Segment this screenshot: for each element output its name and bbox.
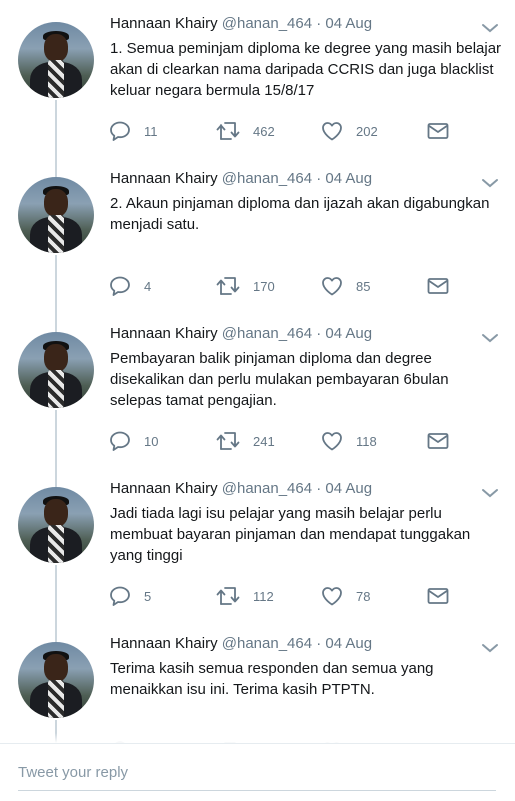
reply-count: 4 <box>144 278 152 294</box>
message-icon <box>427 588 449 604</box>
author-name[interactable]: Hannaan Khairy <box>110 325 218 342</box>
like-icon <box>322 432 342 451</box>
like-button[interactable]: 78 <box>320 584 370 608</box>
direct-message-button[interactable] <box>426 119 450 143</box>
author-handle[interactable]: @hanan_464 <box>222 170 312 187</box>
tweet-date[interactable]: 04 Aug <box>325 15 372 32</box>
reply-icon <box>110 121 130 141</box>
tweet-actions: 4 170 85 <box>108 274 453 298</box>
like-button[interactable]: 118 <box>320 429 377 453</box>
direct-message-button[interactable] <box>426 584 450 608</box>
like-count: 78 <box>356 588 371 604</box>
tweet-text: Terima kasih semua responden dan semua y… <box>110 660 434 698</box>
tweet-header: Hannaan Khairy @hanan_464 · 04 Aug <box>110 325 372 342</box>
meta-separator: · <box>316 635 322 652</box>
reply-button[interactable]: 5 <box>108 584 151 608</box>
retweet-count: 170 <box>253 278 275 294</box>
like-count: 85 <box>356 278 371 294</box>
reply-count: 11 <box>144 123 158 139</box>
like-count: 202 <box>356 123 378 139</box>
chevron-down-icon[interactable] <box>481 177 499 189</box>
chevron-down-icon[interactable] <box>481 487 499 499</box>
author-handle[interactable]: @hanan_464 <box>222 325 312 342</box>
tweet-text: 2. Akaun pinjaman diploma dan ijazah aka… <box>110 195 490 233</box>
retweet-button[interactable]: 462 <box>215 119 275 143</box>
tweet-header: Hannaan Khairy @hanan_464 · 04 Aug <box>110 480 372 497</box>
retweet-button[interactable]: 170 <box>215 274 275 298</box>
message-icon <box>427 123 449 139</box>
chevron-down-icon[interactable] <box>481 332 499 344</box>
tweet[interactable]: Hannaan Khairy @hanan_464 · 04 Aug Pemba… <box>0 310 515 465</box>
like-icon <box>322 277 342 296</box>
retweet-icon <box>216 277 240 295</box>
tweet-date[interactable]: 04 Aug <box>325 480 372 497</box>
avatar[interactable] <box>18 332 94 408</box>
tweet[interactable]: Hannaan Khairy @hanan_464 · 04 Aug 1. Se… <box>0 0 515 155</box>
direct-message-button[interactable] <box>426 274 450 298</box>
author-name[interactable]: Hannaan Khairy <box>110 480 218 497</box>
retweet-count: 112 <box>253 588 274 604</box>
meta-separator: · <box>316 15 322 32</box>
retweet-icon <box>216 432 240 450</box>
like-button[interactable]: 85 <box>320 274 370 298</box>
chevron-down-icon[interactable] <box>481 22 499 34</box>
tweet[interactable]: Hannaan Khairy @hanan_464 · 04 Aug Jadi … <box>0 465 515 620</box>
tweet-actions: 11 462 202 <box>108 119 453 143</box>
meta-separator: · <box>316 170 322 187</box>
reply-button[interactable]: 11 <box>108 119 158 143</box>
tweet-text: Jadi tiada lagi isu pelajar yang masih b… <box>110 505 471 564</box>
tweet-text: Pembayaran balik pinjaman diploma dan de… <box>110 350 449 409</box>
author-handle[interactable]: @hanan_464 <box>222 15 312 32</box>
avatar[interactable] <box>18 487 94 563</box>
tweet-header: Hannaan Khairy @hanan_464 · 04 Aug <box>110 635 372 652</box>
tweet-actions: 10 241 118 <box>108 429 453 453</box>
direct-message-button[interactable] <box>426 429 450 453</box>
author-handle[interactable]: @hanan_464 <box>222 635 312 652</box>
avatar[interactable] <box>18 642 94 718</box>
author-name[interactable]: Hannaan Khairy <box>110 170 218 187</box>
retweet-icon <box>216 122 240 140</box>
retweet-icon <box>216 587 240 605</box>
reply-count: 5 <box>144 588 152 604</box>
message-icon <box>427 433 449 449</box>
reply-icon <box>110 276 130 296</box>
reply-icon <box>110 431 130 451</box>
author-handle[interactable]: @hanan_464 <box>222 480 312 497</box>
tweet-date[interactable]: 04 Aug <box>325 635 372 652</box>
retweet-button[interactable]: 112 <box>215 584 274 608</box>
meta-separator: · <box>316 325 322 342</box>
author-name[interactable]: Hannaan Khairy <box>110 15 218 32</box>
tweet-header: Hannaan Khairy @hanan_464 · 04 Aug <box>110 15 372 32</box>
like-icon <box>322 587 342 606</box>
like-icon <box>322 122 342 141</box>
tweet-date[interactable]: 04 Aug <box>325 170 372 187</box>
tweet-header: Hannaan Khairy @hanan_464 · 04 Aug <box>110 170 372 187</box>
retweet-count: 462 <box>253 123 275 139</box>
avatar[interactable] <box>18 22 94 98</box>
chevron-down-icon[interactable] <box>481 642 499 654</box>
like-count: 118 <box>356 433 377 449</box>
reply-icon <box>110 586 130 606</box>
tweet-date[interactable]: 04 Aug <box>325 325 372 342</box>
like-button[interactable]: 202 <box>320 119 378 143</box>
tweet[interactable]: Hannaan Khairy @hanan_464 · 04 Aug 2. Ak… <box>0 155 515 310</box>
meta-separator: · <box>316 480 322 497</box>
reply-button[interactable]: 10 <box>108 429 158 453</box>
retweet-count: 241 <box>253 433 275 449</box>
reply-button[interactable]: 4 <box>108 274 151 298</box>
reply-count: 10 <box>144 433 159 449</box>
retweet-button[interactable]: 241 <box>215 429 275 453</box>
tweet-actions: 5 112 78 <box>108 584 453 608</box>
reply-input[interactable] <box>18 754 496 791</box>
reply-bar <box>0 743 515 801</box>
message-icon <box>427 278 449 294</box>
scroll-fade <box>0 733 515 743</box>
author-name[interactable]: Hannaan Khairy <box>110 635 218 652</box>
avatar[interactable] <box>18 177 94 253</box>
tweet-text: 1. Semua peminjam diploma ke degree yang… <box>110 40 502 99</box>
